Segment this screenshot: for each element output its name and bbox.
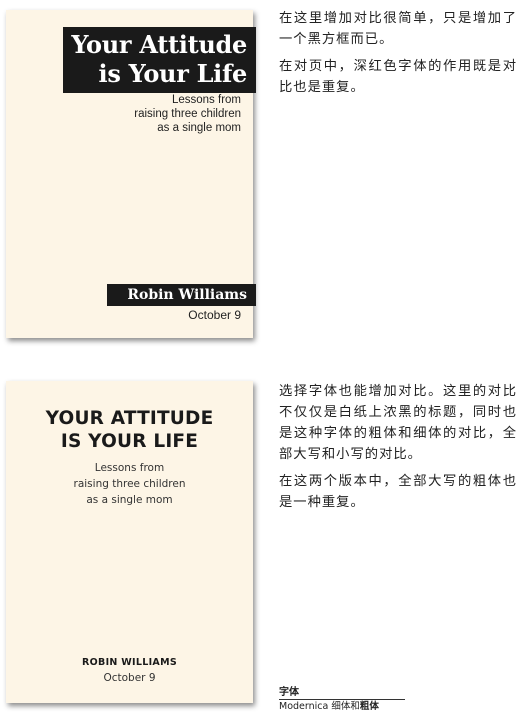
book-cover-version-1: Your Attitude is Your Life Lessons from … <box>6 10 256 338</box>
caption-bold: 粗体 <box>359 701 379 712</box>
cover-title-line-1: YOUR ATTITUDE <box>45 408 214 429</box>
caption-title: 字体 <box>279 687 299 698</box>
caption-font-name: Modernica <box>279 701 332 712</box>
cover-date: October 9 <box>188 308 241 322</box>
note-text-2: 选择字体也能增加对比。这里的对比不仅仅是白纸上浓黑的标题，同时也是这种字体的粗体… <box>279 381 517 519</box>
subtitle-line-3: as a single mom <box>157 122 241 134</box>
cover-title: YOUR ATTITUDE IS YOUR LIFE <box>6 407 253 453</box>
cover-author: Robin Williams <box>107 284 256 306</box>
cover-title-line-2: IS YOUR LIFE <box>60 431 199 452</box>
subtitle-line-2: raising three children <box>134 108 241 120</box>
font-caption: 字体 Modernica 细体和粗体 <box>279 686 405 713</box>
subtitle-line-2: raising three children <box>73 478 186 490</box>
cover-date: October 9 <box>103 672 156 684</box>
caption-thin: 细体 <box>331 701 351 712</box>
cover-title-line-1: Your Attitude <box>71 30 247 59</box>
cover-subtitle: Lessons from raising three children as a… <box>134 93 241 135</box>
note-paragraph: 选择字体也能增加对比。这里的对比不仅仅是白纸上浓黑的标题，同时也是这种字体的粗体… <box>279 384 517 462</box>
caption-and: 和 <box>350 701 360 712</box>
subtitle-line-3: as a single mom <box>86 494 173 506</box>
book-cover-version-2: YOUR ATTITUDE IS YOUR LIFE Lessons from … <box>6 381 253 703</box>
cover-title-line-2: is Your Life <box>98 59 248 88</box>
title-black-box: Your Attitude is Your Life <box>63 27 256 93</box>
subtitle-line-1: Lessons from <box>171 94 241 106</box>
subtitle-line-1: Lessons from <box>94 462 165 474</box>
note-paragraph: 在对页中，深红色字体的作用既是对比也是重复。 <box>279 59 517 95</box>
caption-text: Modernica 细体和粗体 <box>279 700 405 713</box>
note-paragraph: 在这两个版本中，全部大写的粗体也是一种重复。 <box>279 474 517 510</box>
cover-subtitle: Lessons from raising three children as a… <box>6 460 253 508</box>
note-text-1: 在这里增加对比很简单，只是增加了一个黑方框而已。 在对页中，深红色字体的作用既是… <box>279 8 517 104</box>
cover-author: ROBIN WILLIAMS <box>82 657 177 668</box>
note-paragraph: 在这里增加对比很简单，只是增加了一个黑方框而已。 <box>279 11 517 47</box>
